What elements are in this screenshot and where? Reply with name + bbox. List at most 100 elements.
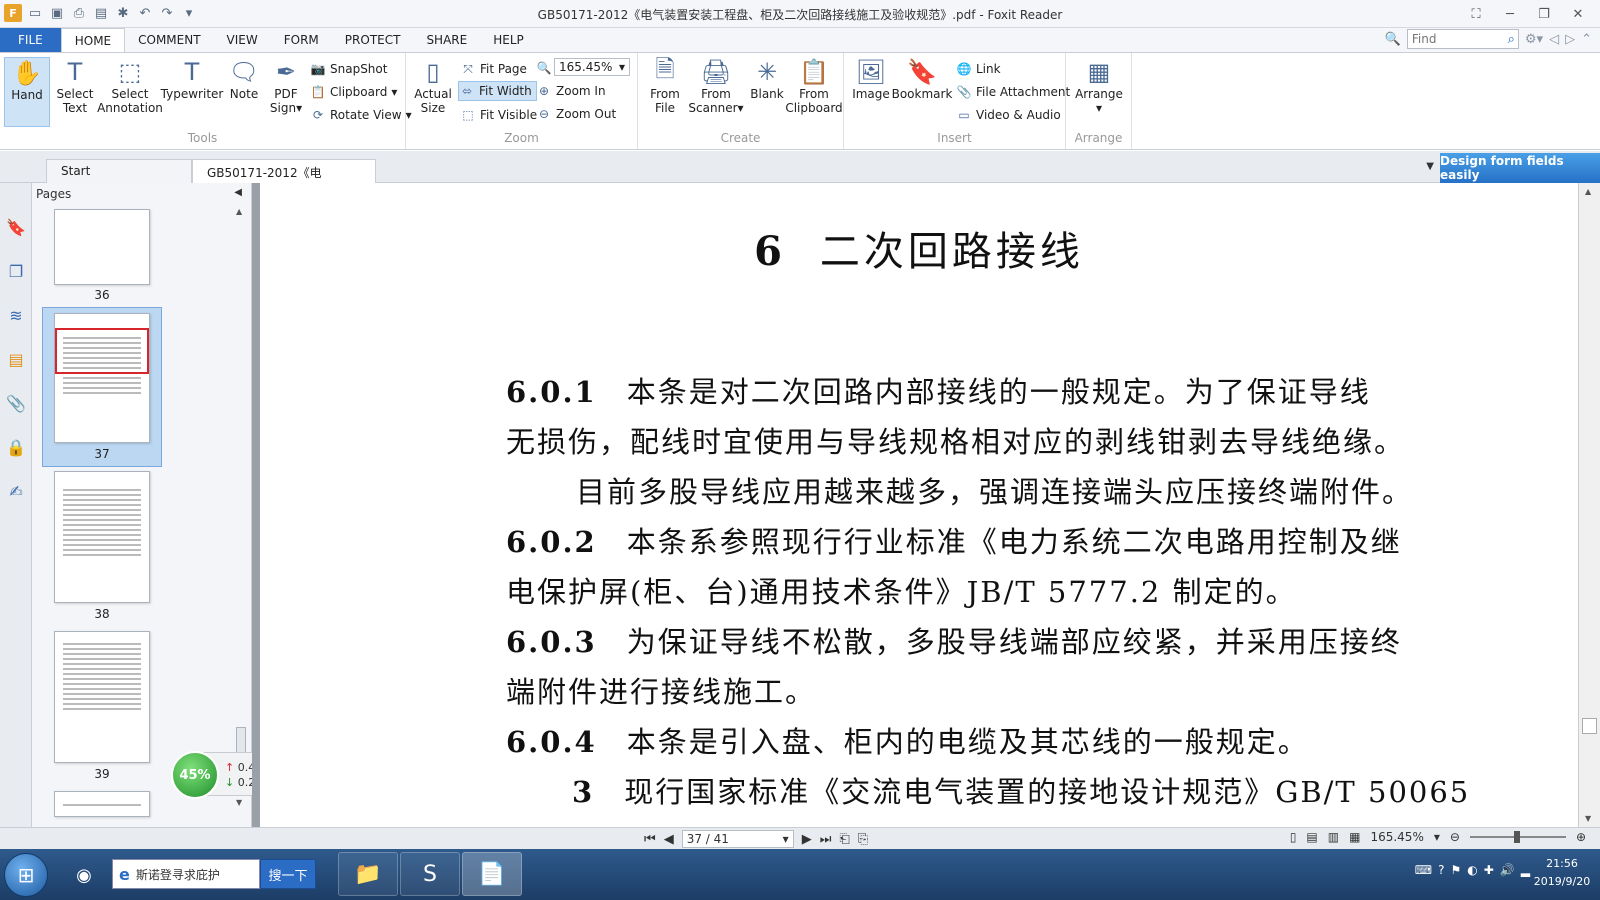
signal-icon[interactable]: ▂ [1521,863,1530,877]
chevron-down-icon[interactable]: ▾ [1434,830,1440,844]
file-explorer-icon[interactable]: 📁 [338,852,398,896]
link-button[interactable]: 🌐 Link [956,59,1001,79]
zoom-slider[interactable] [1469,831,1566,843]
facing-page-icon[interactable]: ▥ [1328,830,1339,844]
from-scanner-button[interactable]: 🖨 From Scanner▾ [688,57,744,127]
next-view-icon[interactable]: ⎘ [858,832,868,847]
minimize-button[interactable]: ─ [1494,4,1526,24]
volume-icon[interactable]: 🔊 [1500,863,1515,877]
bookmarks-icon[interactable]: 🔖 [4,215,28,239]
restore-button[interactable]: ❐ [1528,4,1560,24]
tab-help[interactable]: HELP [480,28,537,52]
tabs-list-icon[interactable]: ▼ [1426,161,1434,172]
scroll-down-icon[interactable]: ▼ [1585,814,1591,823]
pdf-page[interactable]: 6 二次回路接线 6.0.1 本条是对二次回路内部接线的一般规定。为了保证导线 无损… [260,183,1578,827]
video-audio-button[interactable]: ▭ Video & Audio [956,105,1060,125]
document-viewport[interactable]: 6 二次回路接线 6.0.1 本条是对二次回路内部接线的一般规定。为了保证导线 无损… [252,183,1600,827]
foxit-reader-taskbar-icon[interactable]: 📄 [462,852,522,896]
scrollbar-thumb[interactable] [1582,718,1597,734]
security-lock-icon[interactable]: 🔒 [4,435,28,459]
snapshot-button[interactable]: 📷 SnapShot [310,59,388,79]
fit-width-button[interactable]: ⬄ Fit Width [458,81,537,101]
tab-start[interactable]: Start [46,159,192,183]
next-page-icon[interactable]: ▶ [802,832,812,847]
fullscreen-icon[interactable]: ⛶ [1460,4,1492,24]
fit-visible-button[interactable]: ⬚ Fit Visible [460,105,537,125]
zoom-level[interactable]: 165.45% [1370,830,1423,844]
back-icon[interactable]: ◁ [1549,32,1559,47]
page-thumbnail-36[interactable] [54,209,150,285]
settings-icon[interactable]: ⚙▾ [1525,32,1543,47]
start-button[interactable]: ⊞ [4,853,48,897]
continuous-facing-icon[interactable]: ▦ [1349,830,1360,844]
tab-view[interactable]: VIEW [214,28,271,52]
fit-page-button[interactable]: ⤧ Fit Page [460,59,527,79]
pdf-sign-button[interactable]: ✒ PDF Sign▾ [264,57,308,127]
zoom-out-button[interactable]: ⊖ Zoom Out [536,104,616,124]
taskbar-search-button[interactable]: 搜一下 [260,859,316,889]
find-input[interactable] [1411,32,1498,46]
tab-share[interactable]: SHARE [413,28,480,52]
tab-form[interactable]: FORM [271,28,332,52]
page-number-field[interactable]: 37 / 41 ▾ [681,830,794,848]
design-form-banner[interactable]: Design form fields easily [1440,153,1600,183]
pages-scrollbar[interactable]: ▲ ▼ [235,207,247,807]
visible-area-indicator[interactable] [55,328,149,374]
zoom-out-icon[interactable]: ⊖ [1450,830,1460,844]
from-clipboard-button[interactable]: 📋 From Clipboard [785,57,842,127]
help-icon[interactable]: ? [1438,863,1444,877]
memory-usage-indicator[interactable]: 45% [171,751,219,799]
zoom-in-icon[interactable]: ⊕ [1576,830,1586,844]
page-thumbnail-40[interactable] [54,791,150,817]
single-page-icon[interactable]: ▯ [1290,830,1297,844]
tab-file[interactable]: FILE [0,28,61,52]
tab-document[interactable]: GB50171-2012《电气...✕ [192,159,376,197]
page-thumbnail-37[interactable] [54,313,150,443]
typewriter-button[interactable]: T Typewriter [161,57,224,127]
from-file-button[interactable]: 🗎 From File [642,55,688,127]
arrange-button[interactable]: ▦ Arrange ▾ [1074,57,1124,127]
bookmark-button[interactable]: 🔖 Bookmark [892,57,953,127]
search-icon[interactable]: ⌕ [1508,32,1518,47]
network-icon[interactable]: ◐ [1467,863,1477,877]
note-button[interactable]: 🗨 Note [222,57,266,127]
taskbar-search-box[interactable]: e 斯诺登寻求庇护 [112,859,260,889]
file-attachment-button[interactable]: 📎 File Attachment [956,82,1071,102]
blank-button[interactable]: ✳ Blank [744,57,790,127]
scroll-up-icon[interactable]: ▲ [1585,187,1591,196]
flag-icon[interactable]: ⚑ [1451,863,1462,877]
scroll-up-icon[interactable]: ▲ [236,207,242,216]
find-box[interactable]: ⌕ [1406,29,1519,49]
zoom-slider-knob[interactable] [1513,831,1520,843]
comments-icon[interactable]: ▤ [4,347,28,371]
image-button[interactable]: 🖼 Image [848,57,894,127]
tab-home[interactable]: HOME [60,28,126,53]
actual-size-button[interactable]: ▯ Actual Size [410,57,456,127]
attachments-icon[interactable]: 📎 [4,391,28,415]
select-annotation-button[interactable]: ⬚ Select Annotation [97,57,163,127]
browser-icon[interactable]: ◉ [62,852,106,898]
page-thumbnail-39[interactable] [54,631,150,763]
sogou-icon[interactable]: S [400,852,460,896]
close-button[interactable]: ✕ [1562,4,1594,24]
previous-view-icon[interactable]: ⎗ [839,832,849,847]
forward-icon[interactable]: ▷ [1565,32,1575,47]
system-clock[interactable]: 21:56 2019/9/20 [1532,855,1592,891]
zoom-in-button[interactable]: ⊕ Zoom In [536,81,606,101]
first-page-icon[interactable]: ⏮ [644,832,656,847]
select-text-button[interactable]: T Select Text [52,57,98,127]
security-icon[interactable]: ✚ [1484,863,1494,877]
collapse-panel-icon[interactable]: ◀ [234,187,242,198]
keyboard-icon[interactable]: ⌨ [1415,863,1432,877]
continuous-page-icon[interactable]: ▤ [1306,830,1317,844]
tab-protect[interactable]: PROTECT [332,28,414,52]
pages-icon[interactable]: ❐ [4,259,28,283]
page-thumbnail-38[interactable] [54,471,150,603]
clipboard-button[interactable]: 📋 Clipboard ▾ [310,82,398,102]
layers-icon[interactable]: ≋ [4,303,28,327]
zoom-select[interactable]: 165.45% ▾ [554,58,630,76]
scroll-down-icon[interactable]: ▼ [236,798,242,807]
hand-button[interactable]: ✋ Hand [4,57,50,127]
last-page-icon[interactable]: ⏭ [820,832,832,847]
signatures-icon[interactable]: ✍ [4,479,28,503]
